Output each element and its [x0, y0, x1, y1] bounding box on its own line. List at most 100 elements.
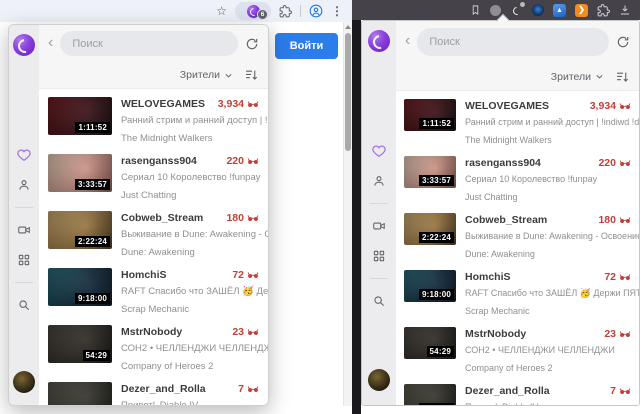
stream-title: Ранний стрим и ранний доступ | !indiwd !…: [465, 117, 639, 127]
dark-page-edge: [352, 20, 361, 414]
stream-duration-badge: 2:22:24: [419, 232, 454, 243]
refresh-icon[interactable]: [616, 35, 630, 49]
stream-channel-name: HomchiS: [465, 271, 598, 283]
bookmark-star-icon[interactable]: ☆: [216, 5, 227, 17]
stream-thumbnail[interactable]: 9:18:00: [48, 268, 112, 306]
stream-thumbnail[interactable]: 2:36:14: [404, 384, 456, 405]
viewers-eye-icon: [619, 216, 631, 224]
stream-info: WELOVEGAMES 3,934: [121, 97, 259, 146]
stream-row[interactable]: 1:11:52 WELOVEGAMES 3,934: [396, 95, 639, 152]
chevron-down-icon: [224, 71, 233, 80]
filter-bar: Зрители: [39, 62, 268, 89]
stream-list: 1:11:52 WELOVEGAMES 3,934: [396, 91, 639, 405]
stream-row[interactable]: 54:29 MstrNobody 23: [39, 321, 268, 378]
stream-row[interactable]: 3:33:57 rasenganss904 220: [396, 152, 639, 209]
stream-row[interactable]: 2:36:14 Dezer_and_Rolla 7: [39, 378, 268, 405]
extensions-puzzle-icon[interactable]: [597, 4, 610, 17]
stream-row[interactable]: 1:11:52 WELOVEGAMES 3,934: [39, 93, 268, 150]
login-button[interactable]: Войти: [275, 33, 338, 59]
viewers-eye-icon: [247, 100, 259, 108]
extension-badge: 6: [257, 9, 268, 20]
sort-by-viewers-dropdown[interactable]: Зрители: [180, 69, 233, 81]
channels-person-icon[interactable]: [17, 178, 31, 192]
stream-title: Ранний стрим и ранний доступ | !indiwd !…: [121, 115, 268, 126]
stream-row[interactable]: 2:36:14 Dezer_and_Rolla 7: [396, 380, 639, 405]
stream-duration-badge: 1:11:52: [419, 118, 454, 129]
stream-thumbnail[interactable]: 2:22:24: [404, 213, 456, 245]
stream-game: The Midnight Walkers: [121, 133, 213, 144]
stream-thumbnail[interactable]: 3:33:57: [48, 154, 112, 192]
user-avatar[interactable]: [368, 369, 390, 391]
stream-thumbnail[interactable]: 1:11:52: [48, 97, 112, 135]
browser-menu-icon[interactable]: ⋮: [331, 5, 343, 17]
search-rail-icon[interactable]: [17, 298, 31, 312]
stream-channel-name: Dezer_and_Rolla: [121, 383, 232, 395]
stream-row[interactable]: 2:22:24 Cobweb_Stream 180: [396, 209, 639, 266]
stream-info: Cobweb_Stream 180: [121, 211, 259, 260]
stream-viewers: 180: [226, 212, 259, 224]
rail-divider: [15, 207, 33, 208]
stream-duration-badge: 2:36:14: [419, 403, 454, 405]
stream-title: Привет!: [465, 402, 498, 405]
stream-thumbnail[interactable]: 1:11:52: [404, 99, 456, 131]
following-heart-icon[interactable]: [17, 148, 31, 162]
refresh-icon[interactable]: [245, 37, 259, 51]
twitch-extension-button[interactable]: 6: [235, 2, 271, 20]
back-icon[interactable]: ‹: [405, 33, 410, 51]
stream-channel-name: HomchiS: [121, 269, 226, 281]
sort-by-viewers-dropdown[interactable]: Зрители: [551, 71, 604, 83]
videos-camera-icon[interactable]: [17, 223, 31, 237]
stream-viewers: 72: [604, 271, 631, 283]
stream-info: MstrNobody 23: [121, 325, 259, 374]
sort-order-icon[interactable]: [616, 71, 629, 83]
stream-row[interactable]: 9:18:00 HomchiS 72: [39, 264, 268, 321]
twitch-extension-icon[interactable]: [510, 4, 523, 17]
popup-content: ‹ Зрители: [39, 25, 268, 405]
extension-orange-icon[interactable]: ❯: [575, 4, 588, 17]
stream-row[interactable]: 3:33:57 rasenganss904 220: [39, 150, 268, 207]
stream-viewers-count: 7: [610, 385, 616, 397]
chevron-down-icon: [595, 72, 604, 81]
search-input[interactable]: [417, 28, 609, 56]
stream-viewers: 3,934: [218, 98, 259, 110]
stream-viewers: 3,934: [590, 100, 631, 112]
stream-thumbnail[interactable]: 3:33:57: [404, 156, 456, 188]
sort-order-icon[interactable]: [245, 69, 258, 81]
user-avatar[interactable]: [13, 371, 35, 393]
extension-popup-right: ‹ Зрители: [361, 20, 640, 406]
following-heart-icon[interactable]: [372, 144, 386, 158]
search-input[interactable]: [60, 31, 238, 56]
stream-row[interactable]: 9:18:00 HomchiS 72: [396, 266, 639, 323]
extension-navy-icon[interactable]: [532, 4, 544, 16]
viewers-eye-icon: [247, 214, 259, 222]
scrollbar-up-arrow[interactable]: [345, 25, 351, 29]
profile-icon[interactable]: [309, 4, 323, 18]
stream-thumbnail[interactable]: 2:22:24: [48, 211, 112, 249]
stream-game: Just Chatting: [465, 192, 518, 202]
scrollbar-thumb[interactable]: [345, 33, 351, 151]
back-icon[interactable]: ‹: [48, 35, 53, 53]
screenshot-canvas: ☆ 6 ⋮ Войти: [0, 0, 640, 414]
tab-circle-icon[interactable]: [490, 5, 501, 16]
stream-row[interactable]: 54:29 MstrNobody 23: [396, 323, 639, 380]
games-grid-icon[interactable]: [372, 249, 386, 263]
channels-person-icon[interactable]: [372, 174, 386, 188]
stream-row[interactable]: 2:22:24 Cobweb_Stream 180: [39, 207, 268, 264]
search-rail-icon[interactable]: [372, 294, 386, 308]
viewers-eye-icon: [619, 330, 631, 338]
stream-info: MstrNobody 23: [465, 327, 631, 376]
videos-camera-icon[interactable]: [372, 219, 386, 233]
stream-info: Dezer_and_Rolla 7: [121, 382, 259, 405]
stream-thumbnail[interactable]: 54:29: [48, 325, 112, 363]
toolbar-divider: [300, 5, 301, 17]
download-icon[interactable]: [619, 4, 631, 16]
viewers-eye-icon: [247, 328, 259, 336]
stream-thumbnail[interactable]: 2:36:14: [48, 382, 112, 405]
extensions-puzzle-icon[interactable]: [279, 5, 292, 18]
stream-thumbnail[interactable]: 54:29: [404, 327, 456, 359]
games-grid-icon[interactable]: [17, 253, 31, 267]
extension-logo: [368, 30, 390, 52]
stream-thumbnail[interactable]: 9:18:00: [404, 270, 456, 302]
bookmark-icon[interactable]: [470, 4, 481, 16]
extension-blue-icon[interactable]: ▲: [553, 4, 566, 17]
